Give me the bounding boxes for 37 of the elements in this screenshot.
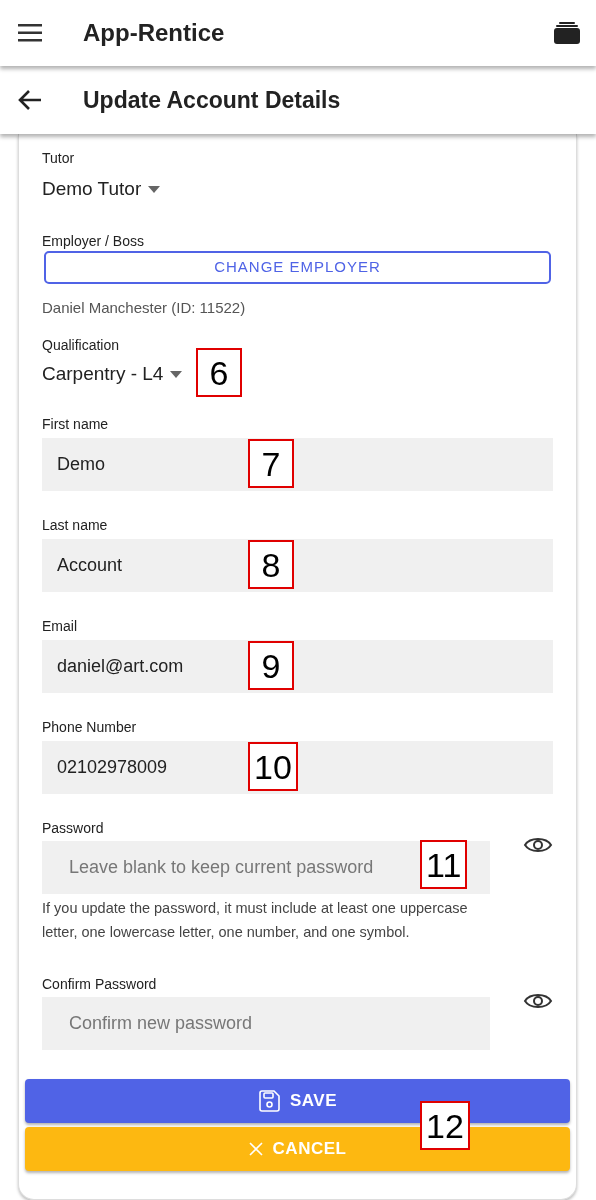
back-arrow-icon[interactable] — [18, 89, 42, 111]
field-label: Confirm Password — [42, 976, 158, 992]
caret-icon — [170, 370, 183, 378]
password-field[interactable]: Confirm new password — [42, 997, 490, 1050]
callout-number: 7 — [248, 439, 294, 488]
app-title: App-Rentice — [83, 18, 225, 48]
page-title: Update Account Details — [83, 85, 341, 115]
callout-number: 6 — [196, 348, 242, 397]
text-field[interactable]: Demo 7 — [42, 438, 553, 491]
qualification-select[interactable]: Carpentry - L4 — [42, 363, 183, 385]
eye-icon[interactable] — [523, 835, 553, 855]
password-hint: If you update the password, it must include at least one uppercase letter, one lowercase letter, one number, and one symbol. — [42, 899, 469, 942]
change-employer-button[interactable]: CHANGE EMPLOYER — [44, 251, 551, 284]
stack-icon[interactable] — [554, 22, 580, 44]
password-field[interactable]: Leave blank to keep current password 11 — [42, 841, 490, 894]
callout-number: 10 — [248, 742, 298, 791]
field-label: Email — [42, 618, 78, 634]
field-label: Qualification — [42, 337, 121, 353]
field-label: Phone Number — [42, 719, 138, 735]
menu-icon[interactable] — [18, 24, 42, 42]
tutor-select[interactable]: Demo Tutor — [42, 178, 161, 200]
callout-number: 9 — [248, 641, 294, 690]
text-field[interactable]: 02102978009 10 — [42, 741, 553, 794]
text-field[interactable]: daniel@art.com 9 — [42, 640, 553, 693]
text-field[interactable]: Account 8 — [42, 539, 553, 592]
callout-number: 8 — [248, 540, 294, 589]
close-icon — [248, 1142, 263, 1156]
field-label: Password — [42, 820, 105, 836]
field-label: Employer / Boss — [42, 233, 145, 249]
field-label: Tutor — [42, 150, 76, 166]
callout-number: 11 — [420, 840, 468, 889]
eye-icon[interactable] — [523, 991, 553, 1011]
callout-number: 12 — [420, 1101, 470, 1150]
field-label: First name — [42, 416, 110, 432]
field-label: Last name — [42, 517, 109, 533]
caret-icon — [148, 185, 161, 193]
employer-name: Daniel Manchester (ID: 11522) — [42, 299, 247, 317]
